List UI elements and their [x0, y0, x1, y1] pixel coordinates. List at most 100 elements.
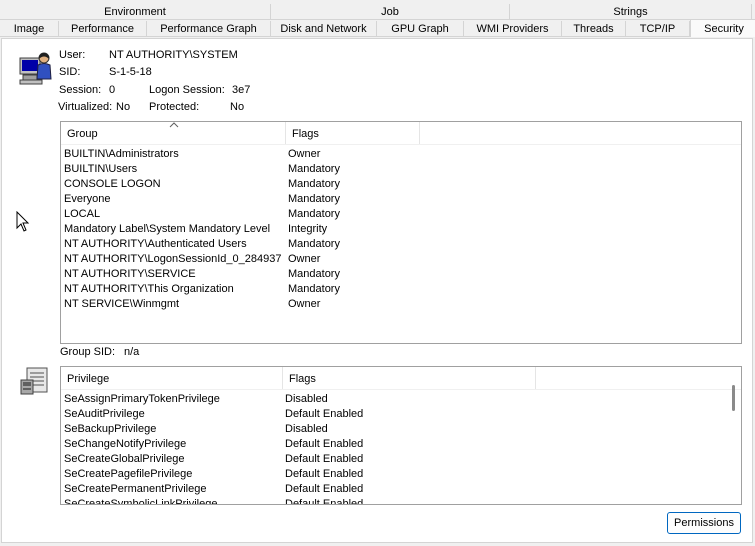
privilege-row-name: SeCreateGlobalPrivilege — [64, 453, 185, 465]
group-row-flags: Mandatory — [288, 178, 340, 190]
privilege-flags-column-header[interactable]: Flags — [283, 367, 536, 389]
privilege-row-flags: Default Enabled — [285, 438, 364, 450]
group-row-flags: Integrity — [288, 223, 328, 235]
privilege-row-flags: Disabled — [285, 423, 328, 435]
groups-list[interactable]: Group Flags BUILTIN\Administrators Owner B… — [60, 121, 742, 344]
tab-performance[interactable]: Performance — [59, 21, 147, 37]
privilege-row[interactable]: SeCreateGlobalPrivilege Default Enabled — [61, 452, 741, 467]
group-row-name: Everyone — [64, 193, 111, 205]
group-row[interactable]: Mandatory Label\System Mandatory Level In… — [61, 222, 741, 237]
tab-gpu-graph[interactable]: GPU Graph — [377, 21, 464, 37]
sid-label: SID: — [59, 66, 81, 78]
group-sid-label: Group SID: — [60, 346, 116, 358]
tab-threads[interactable]: Threads — [562, 21, 626, 37]
group-row-flags: Mandatory — [288, 208, 340, 220]
group-row-flags: Mandatory — [288, 238, 340, 250]
virtualized-value: No — [116, 101, 131, 113]
group-row-name: Mandatory Label\System Mandatory Level — [64, 223, 271, 235]
group-row-name: NT AUTHORITY\This Organization — [64, 283, 234, 295]
group-row[interactable]: NT AUTHORITY\This Organization Mandatory — [61, 282, 741, 297]
privilege-row[interactable]: SeChangeNotifyPrivilege Default Enabled — [61, 437, 741, 452]
group-row[interactable]: BUILTIN\Administrators Owner — [61, 147, 741, 162]
privileges-list-header: Privilege Flags — [61, 367, 741, 390]
group-row[interactable]: NT AUTHORITY\LogonSessionId_0_284937 Owne… — [61, 252, 741, 267]
privilege-row[interactable]: SeAuditPrivilege Default Enabled — [61, 407, 741, 422]
group-column-header[interactable]: Group — [61, 122, 286, 144]
protected-label: Protected: — [149, 101, 200, 113]
session-label: Session: — [59, 84, 102, 96]
group-row[interactable]: NT SERVICE\Winmgmt Owner — [61, 297, 741, 312]
groups-rows: BUILTIN\Administrators Owner BUILTIN\Users… — [61, 147, 741, 312]
privilege-row[interactable]: SeCreatePagefilePrivilege Default Enabled — [61, 467, 741, 482]
tab-security[interactable]: Security — [690, 19, 755, 37]
group-row[interactable]: BUILTIN\Users Mandatory — [61, 162, 741, 177]
tab-performance-graph[interactable]: Performance Graph — [147, 21, 271, 37]
group-row-flags: Mandatory — [288, 283, 340, 295]
scrollbar-thumb[interactable] — [732, 385, 735, 411]
privilege-row-flags: Default Enabled — [285, 498, 364, 505]
privilege-row-flags: Default Enabled — [285, 408, 364, 420]
privilege-row-name: SeCreatePagefilePrivilege — [64, 468, 193, 480]
group-row-name: BUILTIN\Users — [64, 163, 138, 175]
group-row[interactable]: CONSOLE LOGON Mandatory — [61, 177, 741, 192]
privilege-row[interactable]: SeAssignPrimaryTokenPrivilege Disabled — [61, 392, 741, 407]
group-row[interactable]: NT AUTHORITY\Authenticated Users Mandator… — [61, 237, 741, 252]
protected-value: No — [230, 101, 245, 113]
group-row-flags: Mandatory — [288, 268, 340, 280]
user-computer-icon — [19, 52, 52, 85]
group-row-name: LOCAL — [64, 208, 101, 220]
group-row-name: CONSOLE LOGON — [64, 178, 161, 190]
security-panel: User: NT AUTHORITY\SYSTEM SID: S-1-5-18 … — [1, 38, 753, 543]
group-row-name: NT AUTHORITY\Authenticated Users — [64, 238, 247, 250]
group-row-flags: Mandatory — [288, 163, 340, 175]
tab-row-lower: Image Performance Performance Graph Disk… — [0, 19, 755, 37]
privilege-row[interactable]: SeBackupPrivilege Disabled — [61, 422, 741, 437]
group-row-name: NT SERVICE\Winmgmt — [64, 298, 180, 310]
tab-image[interactable]: Image — [0, 21, 59, 37]
tab-disk-and-network[interactable]: Disk and Network — [271, 21, 377, 37]
logon-session-value: 3e7 — [232, 84, 251, 96]
group-row-flags: Mandatory — [288, 193, 340, 205]
privileges-scrollbar[interactable] — [729, 371, 739, 500]
group-sid-value: n/a — [124, 346, 140, 358]
tab-wmi-providers[interactable]: WMI Providers — [464, 21, 562, 37]
user-label: User: — [59, 49, 86, 61]
logon-session-label: Logon Session: — [149, 84, 225, 96]
privileges-icon — [20, 367, 48, 395]
privilege-row-flags: Default Enabled — [285, 483, 364, 495]
sort-ascending-icon — [169, 122, 179, 128]
privilege-row-name: SeCreatePermanentPrivilege — [64, 483, 207, 495]
privilege-row-name: SeCreateSymbolicLinkPrivilege — [64, 498, 218, 505]
flags-column-header[interactable]: Flags — [286, 122, 420, 144]
sid-value: S-1-5-18 — [109, 66, 152, 78]
tab-strings[interactable]: Strings — [510, 4, 752, 20]
tab-job[interactable]: Job — [271, 4, 510, 20]
virtualized-label: Virtualized: — [58, 101, 113, 113]
group-row-name: BUILTIN\Administrators — [64, 148, 179, 160]
session-value: 0 — [109, 84, 116, 96]
privilege-row-name: SeChangeNotifyPrivilege — [64, 438, 187, 450]
user-value: NT AUTHORITY\SYSTEM — [109, 49, 238, 61]
privilege-column-header[interactable]: Privilege — [61, 367, 283, 389]
group-row-flags: Owner — [288, 253, 321, 265]
privilege-row-flags: Disabled — [285, 393, 328, 405]
privilege-row-flags: Default Enabled — [285, 453, 364, 465]
groups-list-header: Group Flags — [61, 122, 741, 145]
tab-row-upper: Environment Job Strings — [0, 4, 752, 20]
privileges-rows: SeAssignPrimaryTokenPrivilege Disabled SeA… — [61, 392, 741, 505]
group-row-name: NT AUTHORITY\LogonSessionId_0_284937 — [64, 253, 282, 265]
group-row-name: NT AUTHORITY\SERVICE — [64, 268, 196, 280]
tab-environment[interactable]: Environment — [0, 4, 271, 20]
privileges-list[interactable]: Privilege Flags SeAssignPrimaryTokenPriv… — [60, 366, 742, 505]
group-row[interactable]: NT AUTHORITY\SERVICE Mandatory — [61, 267, 741, 282]
group-row-flags: Owner — [288, 298, 321, 310]
permissions-button[interactable]: Permissions — [667, 512, 741, 534]
privilege-row[interactable]: SeCreatePermanentPrivilege Default Enable… — [61, 482, 741, 497]
privilege-row[interactable]: SeCreateSymbolicLinkPrivilege Default Ena… — [61, 497, 741, 505]
tab-tcp-ip[interactable]: TCP/IP — [626, 21, 690, 37]
group-row[interactable]: LOCAL Mandatory — [61, 207, 741, 222]
privilege-row-flags: Default Enabled — [285, 468, 364, 480]
group-row-flags: Owner — [288, 148, 321, 160]
group-row[interactable]: Everyone Mandatory — [61, 192, 741, 207]
privilege-row-name: SeBackupPrivilege — [64, 423, 157, 435]
